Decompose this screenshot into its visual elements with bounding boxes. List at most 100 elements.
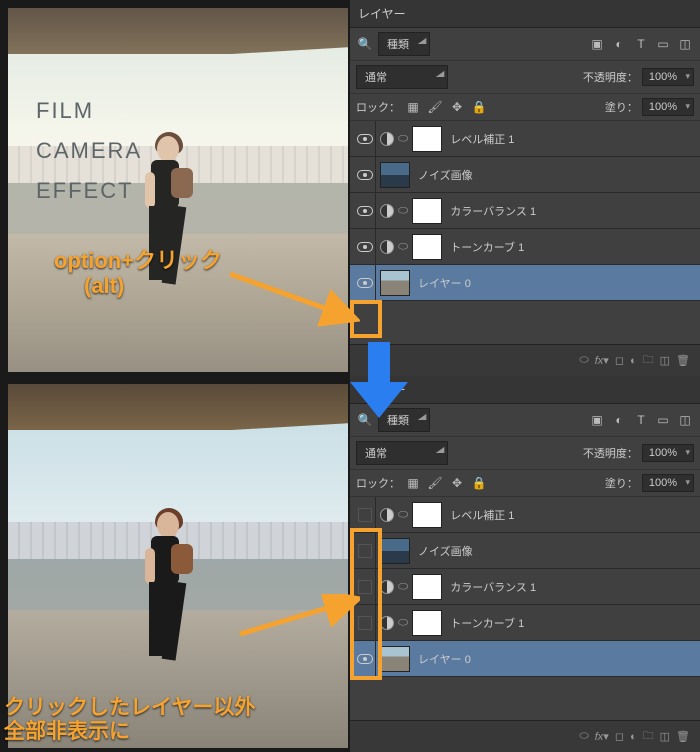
adjust-icon — [380, 508, 394, 522]
filter-row: 🔍 種類 ▣ ◐ T ▭ ◫ — [350, 28, 700, 61]
layer-curves[interactable]: ⬭ トーンカーブ 1 — [350, 605, 700, 641]
mask-thumbnail — [412, 234, 442, 260]
lock-row: ロック： ▦ 🖌 ✥ 🔒 塗り： 100% — [350, 470, 700, 497]
lock-pixels-icon[interactable]: 🖌 — [426, 474, 444, 492]
fill-value[interactable]: 100% — [642, 98, 694, 116]
mask-thumbnail — [412, 198, 442, 224]
lock-row: ロック： ▦ 🖌 ✥ 🔒 塗り： 100% — [350, 94, 700, 121]
opacity-label: 不透明度： — [583, 445, 638, 461]
link-icon: ⬭ — [398, 507, 408, 522]
link-icon: ⬭ — [398, 239, 408, 254]
layer-colorbalance[interactable]: ⬭ カラーバランス 1 — [350, 193, 700, 229]
layer-name[interactable]: カラーバランス 1 — [446, 579, 696, 595]
layer-noise[interactable]: ノイズ画像 — [350, 157, 700, 193]
filter-adjust-icon[interactable]: ◐ — [610, 35, 628, 53]
new-group-icon[interactable]: 🗀 — [643, 351, 654, 370]
link-icon: ⬭ — [398, 579, 408, 594]
visibility-eye-icon[interactable] — [357, 206, 373, 216]
layer-name[interactable]: レイヤー 0 — [414, 651, 696, 667]
lock-all-icon[interactable]: 🔒 — [470, 474, 488, 492]
layer-0[interactable]: レイヤー 0 — [350, 265, 700, 301]
panel-title: レイヤー — [350, 0, 700, 28]
visibility-off-icon[interactable] — [358, 508, 372, 522]
search-icon[interactable]: 🔍 — [356, 35, 374, 53]
adjust-icon — [380, 580, 394, 594]
lock-pixels-icon[interactable]: 🖌 — [426, 98, 444, 116]
new-adjust-icon[interactable]: ◐ — [630, 731, 637, 743]
filter-pixel-icon[interactable]: ▣ — [588, 35, 606, 53]
visibility-eye-icon[interactable] — [357, 170, 373, 180]
lock-transparency-icon[interactable]: ▦ — [404, 474, 422, 492]
new-group-icon[interactable]: 🗀 — [643, 727, 654, 746]
mask-icon[interactable]: ◻ — [615, 730, 624, 743]
lock-transparency-icon[interactable]: ▦ — [404, 98, 422, 116]
opacity-value[interactable]: 100% — [642, 68, 694, 86]
filter-smart-icon[interactable]: ◫ — [676, 35, 694, 53]
mask-icon[interactable]: ◻ — [615, 354, 624, 367]
layer-name[interactable]: レベル補正 1 — [446, 507, 696, 523]
mask-thumbnail — [412, 610, 442, 636]
filter-smart-icon[interactable]: ◫ — [676, 411, 694, 429]
layer-noise[interactable]: ノイズ画像 — [350, 533, 700, 569]
annotation-all-hidden: クリックしたレイヤー以外 全部非表示に — [4, 696, 255, 744]
filter-text-icon[interactable]: T — [632, 35, 650, 53]
layer-name[interactable]: レベル補正 1 — [446, 131, 696, 147]
layer-name[interactable]: ノイズ画像 — [414, 543, 696, 559]
link-icon: ⬭ — [398, 615, 408, 630]
layer-name[interactable]: レイヤー 0 — [414, 275, 696, 291]
lock-label: ロック： — [356, 475, 400, 491]
lock-position-icon[interactable]: ✥ — [448, 98, 466, 116]
layer-name[interactable]: カラーバランス 1 — [446, 203, 696, 219]
link-layers-icon[interactable]: ⬭ — [579, 730, 588, 743]
fill-label: 塗り： — [605, 475, 638, 491]
layer-levels[interactable]: ⬭ レベル補正 1 — [350, 121, 700, 157]
lock-label: ロック： — [356, 99, 400, 115]
lock-position-icon[interactable]: ✥ — [448, 474, 466, 492]
new-layer-icon[interactable]: ◫ — [660, 354, 670, 367]
layer-0[interactable]: レイヤー 0 — [350, 641, 700, 677]
link-layers-icon[interactable]: ⬭ — [579, 354, 588, 367]
layers-panel-before: レイヤー 🔍 種類 ▣ ◐ T ▭ ◫ 通常 不透明度： 100% ロック： ▦… — [350, 0, 700, 376]
blend-mode-dropdown[interactable]: 通常 — [356, 65, 448, 89]
adjust-icon — [380, 616, 394, 630]
fill-label: 塗り： — [605, 99, 638, 115]
trash-icon[interactable]: 🗑 — [676, 354, 690, 367]
filter-pixel-icon[interactable]: ▣ — [588, 411, 606, 429]
fx-icon[interactable]: fx▾ — [595, 354, 609, 367]
annotation-arrow-bottom — [236, 594, 360, 638]
layer-name[interactable]: トーンカーブ 1 — [446, 239, 696, 255]
mask-thumbnail — [412, 574, 442, 600]
layer-name[interactable]: ノイズ画像 — [414, 167, 696, 183]
blend-row: 通常 不透明度： 100% — [350, 61, 700, 94]
transition-arrow-icon — [350, 342, 408, 418]
canvas-text-line2: CAMERA — [36, 138, 142, 164]
filter-text-icon[interactable]: T — [632, 411, 650, 429]
canvas-text-line3: EFFECT — [36, 178, 134, 204]
blend-mode-dropdown[interactable]: 通常 — [356, 441, 448, 465]
layer-name[interactable]: トーンカーブ 1 — [446, 615, 696, 631]
new-layer-icon[interactable]: ◫ — [660, 730, 670, 743]
layer-colorbalance[interactable]: ⬭ カラーバランス 1 — [350, 569, 700, 605]
trash-icon[interactable]: 🗑 — [676, 730, 690, 743]
filter-adjust-icon[interactable]: ◐ — [610, 411, 628, 429]
opacity-value[interactable]: 100% — [642, 444, 694, 462]
filter-shape-icon[interactable]: ▭ — [654, 411, 672, 429]
fx-icon[interactable]: fx▾ — [595, 730, 609, 743]
layer-thumbnail — [380, 270, 410, 296]
link-icon: ⬭ — [398, 131, 408, 146]
visibility-eye-icon[interactable] — [357, 134, 373, 144]
canvas-text-line1: FILM — [36, 98, 94, 124]
adjust-icon — [380, 240, 394, 254]
filter-shape-icon[interactable]: ▭ — [654, 35, 672, 53]
layer-levels[interactable]: ⬭ レベル補正 1 — [350, 497, 700, 533]
fill-value[interactable]: 100% — [642, 474, 694, 492]
layer-curves[interactable]: ⬭ トーンカーブ 1 — [350, 229, 700, 265]
blend-row: 通常 不透明度： 100% — [350, 437, 700, 470]
opacity-label: 不透明度： — [583, 69, 638, 85]
filter-kind-dropdown[interactable]: 種類 — [378, 32, 430, 56]
new-adjust-icon[interactable]: ◐ — [630, 355, 637, 367]
layer-thumbnail — [380, 646, 410, 672]
visibility-eye-icon[interactable] — [357, 242, 373, 252]
lock-all-icon[interactable]: 🔒 — [470, 98, 488, 116]
canvas-photo — [8, 384, 348, 748]
